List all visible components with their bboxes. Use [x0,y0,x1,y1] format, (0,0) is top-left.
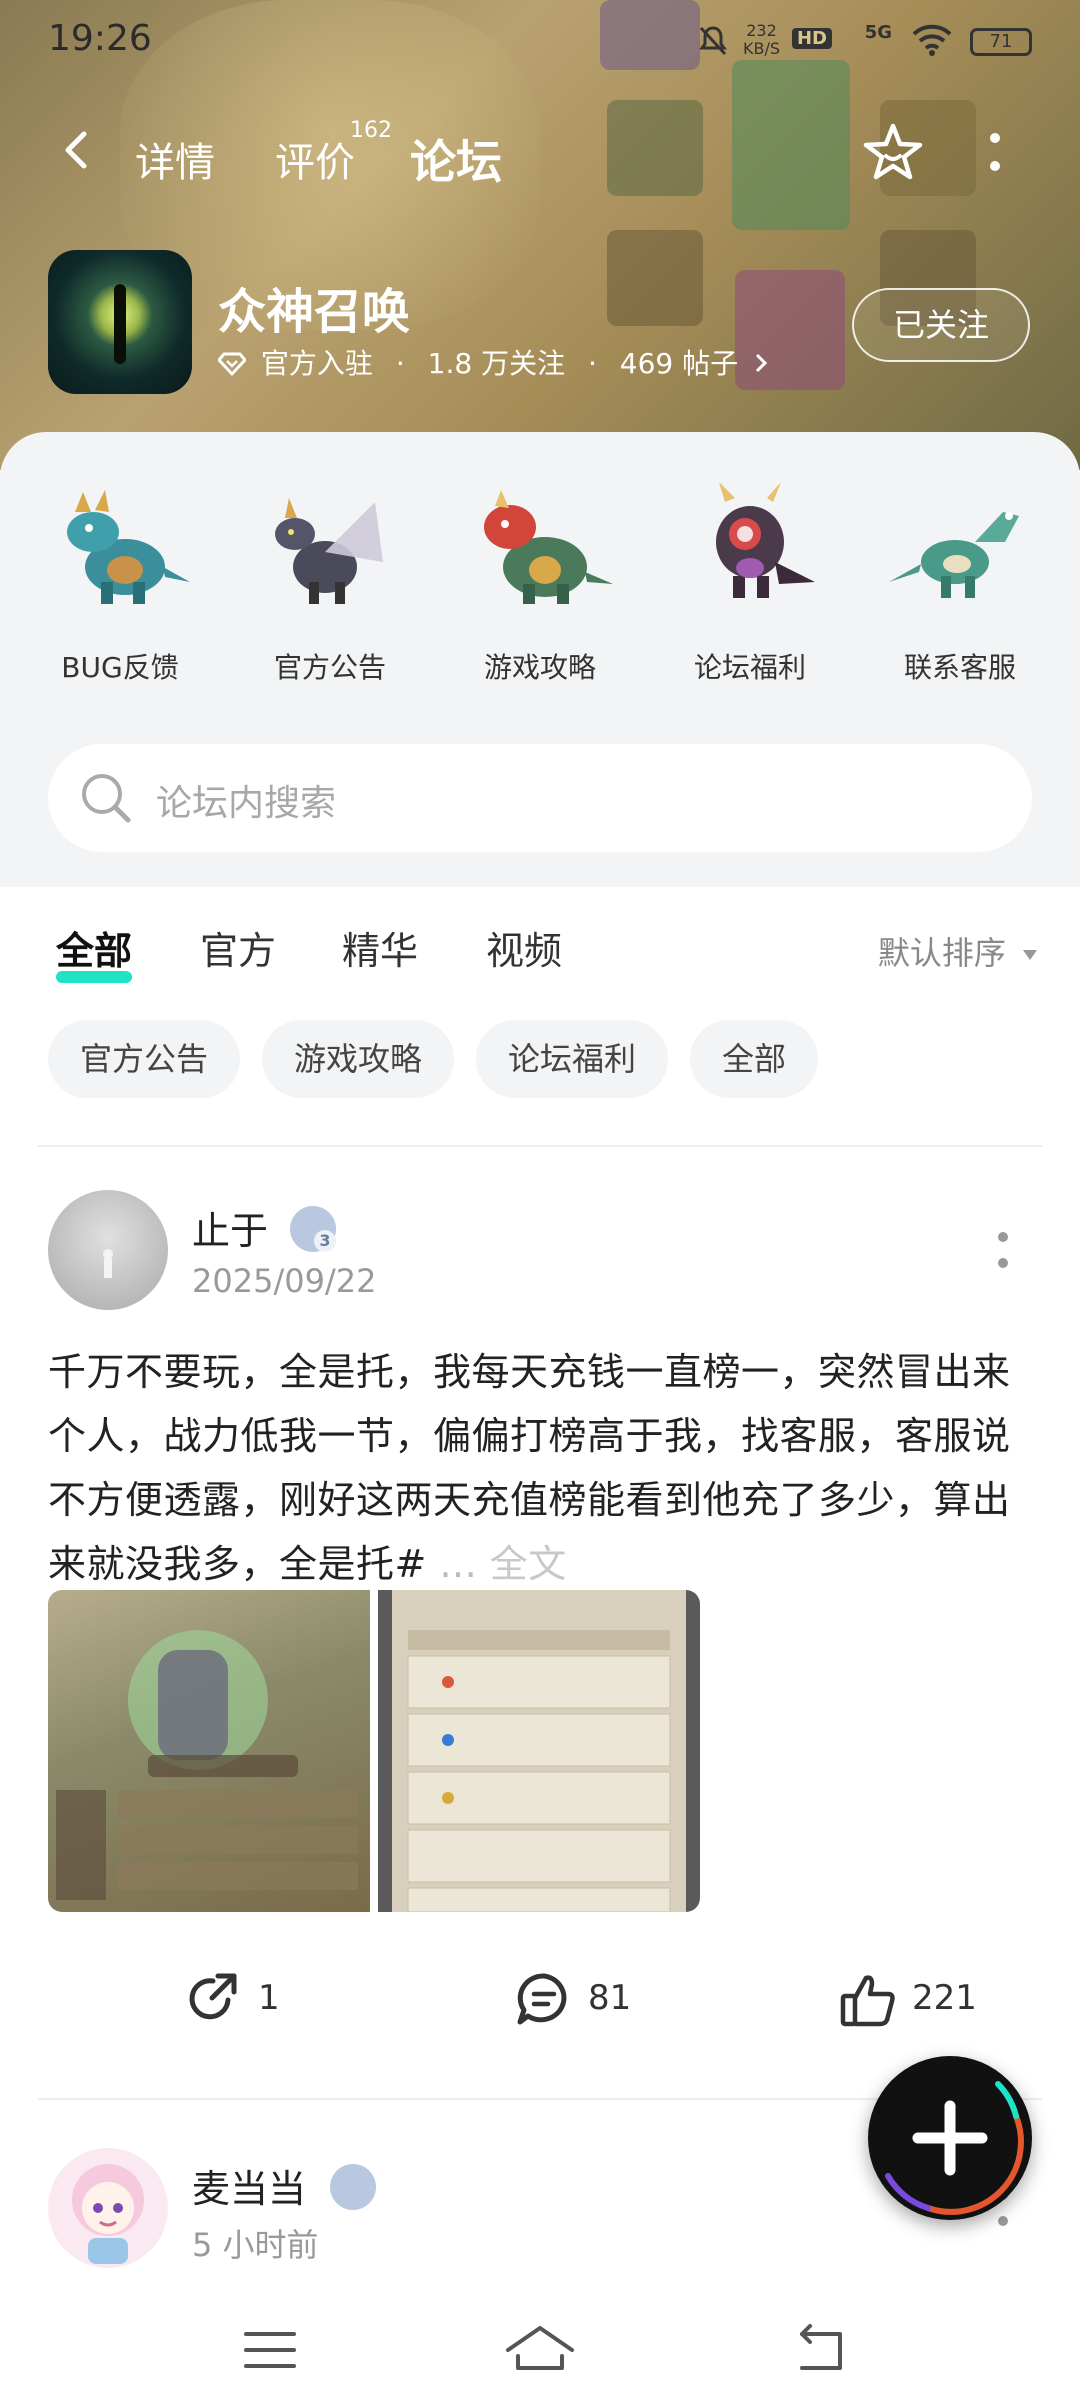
rank-list-image [392,1590,686,1912]
tab-detail[interactable]: 详情 [135,130,215,188]
game-app-icon [48,250,192,394]
hd-badge: HD [791,28,832,49]
review-count-badge: 162 [350,118,392,143]
thumbs-up-icon [840,1975,895,2027]
post-username[interactable]: 麦当当 [192,2158,306,2213]
plus-icon [885,2081,1024,2215]
post-content[interactable]: 千万不要玩，全是托，我每天充钱一直榜一，突然冒出来个人，战力低我一节，偏偏打榜高… [48,1340,1038,1596]
chip-forum-benefits[interactable]: 论坛福利 [476,1020,669,1098]
post-username[interactable]: 止于 [192,1200,268,1255]
dragon-mascot-icon [716,482,815,598]
category-chips: 官方公告 游戏攻略 论坛福利 全部 [48,1020,840,1098]
follower-count: 1.8 万关注 [427,347,566,380]
game-header-banner: 19:26 232 KB/S HD 5G 71 详情 评价 162 论坛 众神召… [0,0,1080,470]
chevron-right-icon[interactable] [753,351,769,375]
filter-tab-all[interactable]: 全部 [56,920,132,983]
game-title: 众神召唤 [218,284,411,340]
post-time: 2025/09/22 [192,1262,377,1300]
quick-link-label: 论坛福利 [693,651,806,684]
search-placeholder: 论坛内搜索 [156,783,337,824]
quick-link-label: 联系客服 [903,651,1016,684]
post-actions: 1 81 221 [0,1960,1080,2040]
quick-link-game-guide[interactable]: 游戏攻略 [435,472,645,686]
share-count: 1 [258,1978,280,2018]
like-count: 221 [912,1978,977,2018]
forum-search-input[interactable]: 论坛内搜索 [48,744,1032,852]
follow-button[interactable]: 已关注 [852,288,1030,362]
battery-icon: 71 [970,28,1032,56]
chip-all[interactable]: 全部 [690,1020,819,1098]
wifi-icon [912,24,952,56]
filter-tabs: 全部 官方 精华 视频 默认排序 [0,920,1080,983]
share-icon [189,1973,237,2020]
tab-forum[interactable]: 论坛 [410,126,510,196]
forum-quick-panel: BUG反馈 官方公告 游戏攻略 论坛福利 联系客服 论坛内搜索 [0,432,1080,887]
game-screenshot-image [56,1630,358,1900]
back-arrow-icon[interactable] [58,130,98,170]
verified-diamond-icon [217,352,247,376]
network-speed: 232 KB/S [742,21,780,58]
user-level-badge: 3 [290,1206,336,1252]
chip-game-guide[interactable]: 游戏攻略 [262,1020,455,1098]
comment-icon [517,1973,567,2025]
tab-review[interactable]: 评价 162 [275,118,392,188]
quick-link-forum-benefits[interactable]: 论坛福利 [645,472,855,686]
home-icon[interactable] [500,2310,580,2390]
avatar[interactable] [48,2148,168,2268]
avatar-figure-icon [103,1249,113,1278]
post-count[interactable]: 469 帖子 [620,347,738,380]
game-info: 众神召唤 官方入驻 · 1.8 万关注 · 469 帖子 已关注 [0,250,1080,400]
filter-tab-official[interactable]: 官方 [200,920,276,975]
avatar[interactable] [48,1190,168,1310]
favorite-star-icon[interactable] [860,120,926,186]
dragon-mascot-icon [484,490,613,604]
quick-link-label: 游戏攻略 [483,651,596,684]
quick-link-official-notice[interactable]: 官方公告 [225,472,435,686]
filter-tab-video[interactable]: 视频 [486,920,562,975]
anime-avatar-image [72,2164,144,2264]
dragon-mascot-icon [275,498,383,604]
filter-tab-featured[interactable]: 精华 [342,920,418,975]
quick-link-label: 官方公告 [273,651,386,684]
official-label: 官方入驻 [260,347,373,380]
comment-count: 81 [588,1978,632,2018]
triangle-down-icon [1023,950,1037,960]
sort-dropdown[interactable]: 默认排序 [878,928,1038,974]
chip-official-notice[interactable]: 官方公告 [48,1020,241,1098]
post-time: 5 小时前 [192,2226,319,2264]
top-navigation: 详情 评价 162 论坛 [0,110,1080,196]
read-full-link[interactable]: 全文 [490,1542,567,1586]
create-post-button[interactable] [868,2056,1032,2220]
post-more-icon[interactable] [996,1230,1010,1270]
signal-icon: 5G [864,22,892,43]
post-image-1[interactable] [48,1590,370,1912]
more-options-icon[interactable] [985,130,1005,176]
quick-link-customer-service[interactable]: 联系客服 [855,472,1065,686]
status-bar: 19:26 232 KB/S HD 5G 71 [0,0,1080,80]
mute-icon [699,26,727,56]
post-image-2[interactable] [378,1590,700,1912]
ellipsis: ... [439,1542,478,1586]
menu-icon[interactable] [230,2310,310,2390]
status-time: 19:26 [48,18,152,59]
system-navigation-bar [0,2290,1080,2408]
quick-link-label: BUG反馈 [61,651,179,684]
dragon-mascot-icon [889,512,1019,598]
user-level-badge [330,2164,376,2210]
search-icon [82,774,131,823]
game-meta: 官方入驻 · 1.8 万关注 · 469 帖子 [217,342,769,382]
divider [38,1145,1042,1147]
dragon-mascot-icon [67,490,190,604]
quick-link-bug-report[interactable]: BUG反馈 [15,472,225,686]
back-nav-icon[interactable] [780,2310,860,2390]
